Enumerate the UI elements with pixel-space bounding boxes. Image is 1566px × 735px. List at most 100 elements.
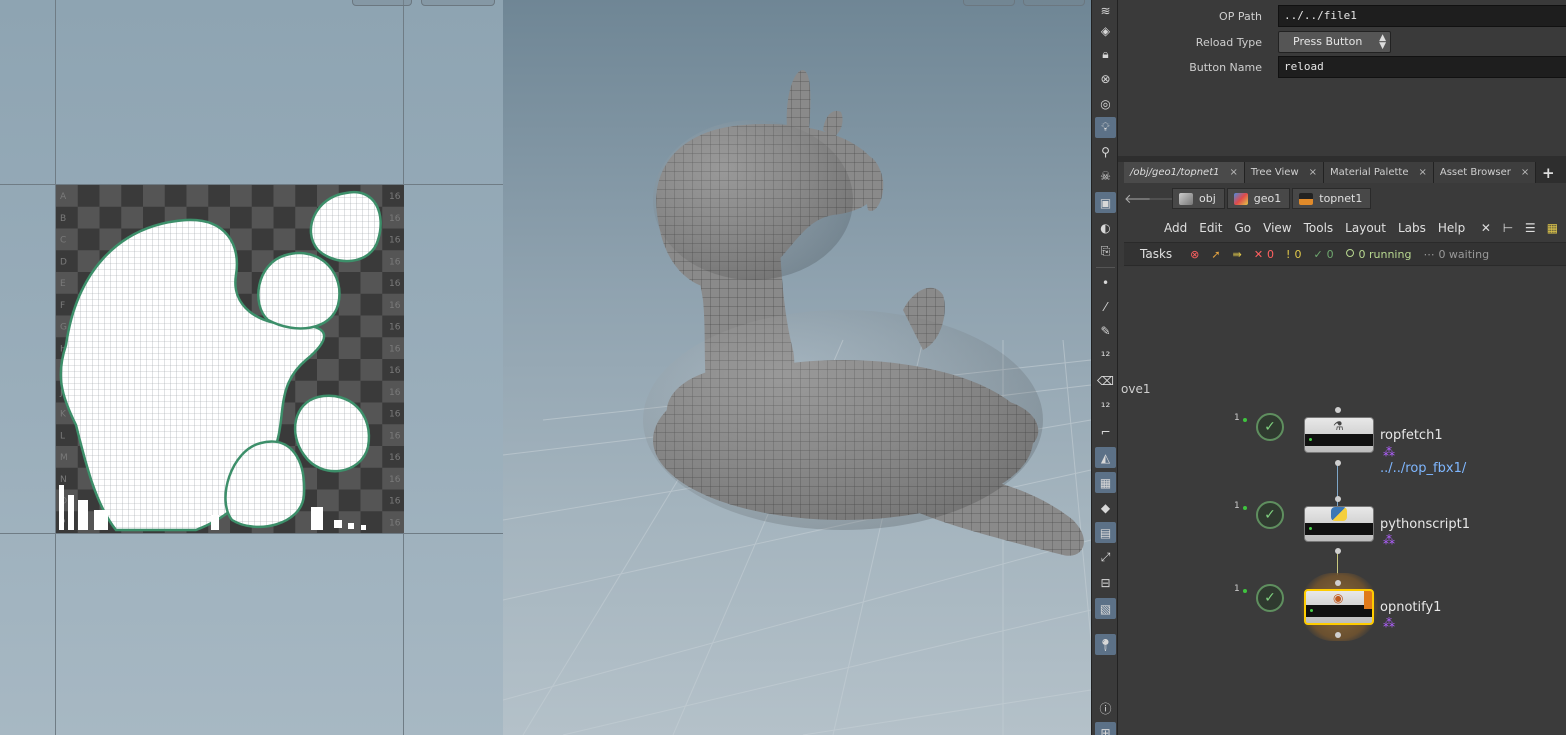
capture-icon[interactable]: ⎘	[1095, 241, 1116, 262]
node-flag-icon: ⁂	[1383, 616, 1395, 630]
uv-viewport[interactable]: A16B16C16D16E16F16G16H16I16J16K16L16M16N…	[0, 0, 503, 735]
node-name: opnotify1	[1380, 600, 1442, 615]
reload-type-select[interactable]: Press Button ▲ ▼	[1278, 31, 1391, 53]
path-bar: 🡐 🡒 obj geo1 topnet1	[1124, 185, 1566, 212]
cooked-check-icon: ✓	[1256, 501, 1284, 529]
right-panel: OP Path ../../file1 Reload Type Press Bu…	[1118, 0, 1566, 735]
close-icon[interactable]: ×	[1521, 167, 1529, 178]
python-icon	[1304, 506, 1374, 542]
viewport-toolbar: ≋ ◈ 🔒︎ ⊗ ◎ 💡︎ ⚲ ☠ ▣ ◐ ⎘ • ⁄ ✎ ¹² ⌫ ¹² ⌐ …	[1091, 0, 1118, 735]
tab-asset-browser[interactable]: Asset Browser ×	[1433, 162, 1537, 183]
back-arrow-icon[interactable]: 🡐	[1124, 191, 1159, 207]
snapshot-icon[interactable]: ⊗	[1095, 68, 1116, 89]
work-item-count: 1	[1234, 584, 1240, 594]
number-display-icon[interactable]: ¹²	[1095, 345, 1116, 366]
lock-icon[interactable]: 🔒︎	[1095, 44, 1116, 65]
viewport-tab[interactable]	[352, 0, 412, 6]
close-icon[interactable]: ×	[1309, 167, 1317, 178]
uv-row-letter: A	[60, 192, 67, 202]
edge-icon[interactable]: ⁄	[1095, 296, 1116, 317]
number-label-icon[interactable]: ¹²	[1095, 396, 1116, 417]
uv-col-number: 16	[389, 301, 401, 311]
output-port[interactable]	[1335, 548, 1341, 554]
menu-labs[interactable]: Labs	[1398, 221, 1426, 235]
node-path-link[interactable]: ../../rop_fbx1/	[1380, 461, 1466, 476]
layout-icon[interactable]: ▧	[1095, 598, 1116, 619]
tab-material-palette[interactable]: Material Palette ×	[1324, 162, 1434, 183]
breadcrumb-geo1[interactable]: geo1	[1226, 188, 1291, 209]
add-tab-icon[interactable]: +	[1536, 162, 1560, 183]
tab-label: Asset Browser	[1439, 167, 1511, 178]
diamond-icon[interactable]: ◆	[1095, 497, 1116, 518]
cook-output-icon[interactable]: ⇛	[1233, 248, 1242, 261]
node-ropfetch1[interactable]: ⚗	[1304, 411, 1374, 453]
network-view[interactable]: ove1 1 ✓ ⚗ ropfetch1 ⁂ ../../rop_fbx1/ 1…	[1118, 267, 1566, 735]
corner-icon[interactable]: ⌐	[1095, 421, 1116, 442]
point-icon[interactable]: •	[1095, 272, 1116, 293]
forward-arrow-icon[interactable]: 🡒	[1148, 191, 1183, 207]
stop-icon[interactable]: ⊟	[1095, 572, 1116, 593]
node-opnotify1[interactable]: ◉	[1304, 583, 1374, 625]
skull-icon[interactable]: ☠	[1095, 165, 1116, 186]
background-image-icon[interactable]: ▤	[1095, 522, 1116, 543]
pane-tabs: /obj/geo1/topnet1 × Tree View × Material…	[1124, 162, 1566, 183]
menu-view[interactable]: View	[1263, 221, 1291, 235]
visibility-icon[interactable]: ◐	[1095, 217, 1116, 238]
parameter-editor: OP Path ../../file1 Reload Type Press Bu…	[1118, 0, 1566, 158]
topnet-icon	[1299, 192, 1314, 205]
render-view-icon[interactable]: ▣	[1095, 192, 1116, 213]
viewport-layout-icon[interactable]: ⊞	[1095, 722, 1116, 735]
viewport-tab[interactable]	[421, 0, 495, 6]
done-count: ✓ 0	[1313, 247, 1334, 261]
camera-icon[interactable]: ◎	[1095, 93, 1116, 114]
info-icon[interactable]: ⓘ	[1095, 698, 1116, 719]
uv-checker-tile: A16B16C16D16E16F16G16H16I16J16K16L16M16N…	[56, 185, 404, 533]
menu-edit[interactable]: Edit	[1199, 221, 1222, 235]
output-port[interactable]	[1335, 632, 1341, 638]
op-path-field[interactable]: ../../file1	[1278, 5, 1566, 27]
tab-tree-view[interactable]: Tree View ×	[1244, 162, 1325, 183]
offscreen-node-label: ove1	[1121, 382, 1151, 396]
pin-icon[interactable]: 📍︎	[1095, 634, 1116, 655]
scene-viewport[interactable]	[503, 0, 1091, 735]
cooked-check-icon: ✓	[1256, 584, 1284, 612]
button-name-field[interactable]: reload	[1278, 56, 1566, 78]
close-icon[interactable]: ×	[1418, 167, 1426, 178]
menu-add[interactable]: Add	[1164, 221, 1187, 235]
menu-go[interactable]: Go	[1234, 221, 1251, 235]
node-pythonscript1[interactable]	[1304, 500, 1374, 542]
light-icon[interactable]: 💡︎	[1095, 117, 1116, 138]
list-icon[interactable]: ☰	[1522, 219, 1539, 237]
eraser-icon[interactable]: ⌫	[1095, 370, 1116, 391]
uv-col-number: 16	[389, 323, 401, 333]
shading-icon[interactable]: ◭	[1095, 447, 1116, 468]
menu-help[interactable]: Help	[1438, 221, 1465, 235]
param-row-button-name: Button Name reload	[1118, 55, 1566, 79]
breadcrumb-topnet1[interactable]: topnet1	[1292, 188, 1372, 209]
close-icon[interactable]: ×	[1230, 167, 1238, 178]
param-row-op-path: OP Path ../../file1	[1118, 4, 1566, 28]
tree-icon[interactable]: ⊢	[1499, 219, 1516, 237]
cook-icon[interactable]: ➚	[1211, 248, 1220, 261]
menu-layout[interactable]: Layout	[1345, 221, 1386, 235]
ghost-icon[interactable]: ◈	[1095, 20, 1116, 41]
headlight-icon[interactable]: ⚲	[1095, 141, 1116, 162]
uv-row-letter: B	[60, 214, 66, 224]
uv-col-number: 16	[389, 475, 401, 485]
output-port[interactable]	[1335, 460, 1341, 466]
checker-icon[interactable]: ▦	[1095, 472, 1116, 493]
tasks-label: Tasks	[1140, 247, 1173, 261]
breadcrumb-obj[interactable]: obj	[1172, 188, 1225, 209]
tab-network-path[interactable]: /obj/geo1/topnet1 ×	[1124, 162, 1245, 183]
grid-icon[interactable]: ▦	[1544, 219, 1561, 237]
wrench-icon[interactable]: ✕	[1477, 219, 1494, 237]
display-options-icon[interactable]: ≋	[1095, 0, 1116, 21]
warning-count: ! 0	[1286, 247, 1302, 261]
cancel-cook-icon[interactable]: ⊗	[1190, 248, 1199, 261]
updown-arrows-icon: ▲ ▼	[1379, 33, 1386, 51]
check-icon: ✓	[1313, 247, 1323, 261]
menu-tools[interactable]: Tools	[1304, 221, 1334, 235]
tool-icon[interactable]: ⤢	[1095, 547, 1116, 568]
node-flag-icon: ⁂	[1383, 533, 1395, 547]
brush-icon[interactable]: ✎	[1095, 320, 1116, 341]
